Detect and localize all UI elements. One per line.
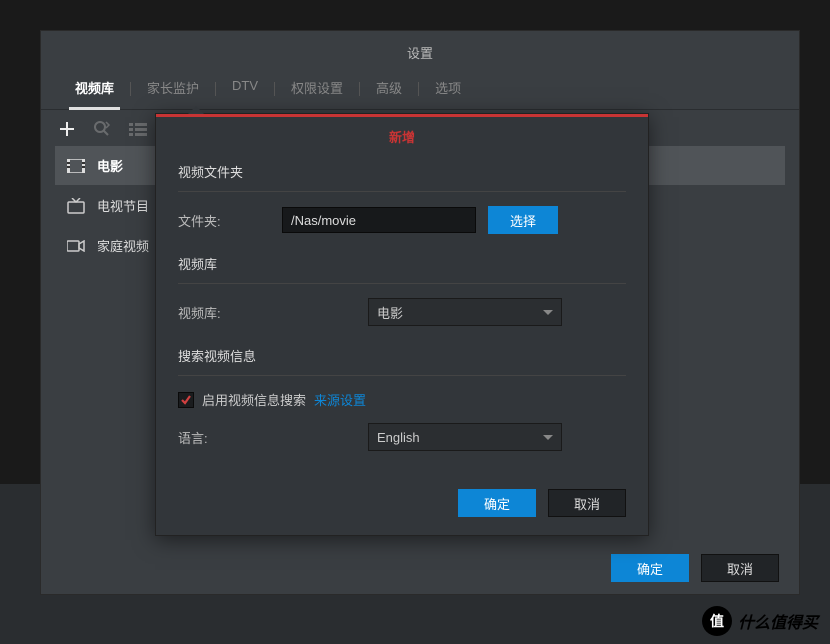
list-item-label: 家庭视频 bbox=[97, 236, 149, 255]
section-library-title: 视频库 bbox=[178, 248, 626, 284]
section-folder-title: 视频文件夹 bbox=[178, 156, 626, 192]
tv-icon bbox=[67, 198, 85, 214]
library-select-value: 电影 bbox=[377, 303, 403, 322]
folder-label: 文件夹: bbox=[178, 211, 282, 230]
source-settings-link[interactable]: 来源设置 bbox=[314, 390, 366, 409]
tab-parental[interactable]: 家长监护 bbox=[133, 68, 213, 109]
camera-icon bbox=[67, 240, 85, 252]
watermark-text: 什么值得买 bbox=[738, 609, 818, 633]
language-select[interactable]: English bbox=[368, 423, 562, 451]
language-label: 语言: bbox=[178, 428, 282, 447]
checkbox-label: 启用视频信息搜索 bbox=[202, 390, 306, 409]
library-label: 视频库: bbox=[178, 303, 282, 322]
tab-bar: 视频库 家长监护 DTV 权限设置 高级 选项 bbox=[41, 68, 799, 110]
ok-button[interactable]: 确定 bbox=[611, 554, 689, 582]
chevron-down-icon bbox=[543, 435, 553, 440]
tab-advanced[interactable]: 高级 bbox=[362, 68, 416, 109]
folder-input[interactable] bbox=[282, 207, 476, 233]
section-search-title: 搜索视频信息 bbox=[178, 340, 626, 376]
list-item-label: 电视节目 bbox=[97, 196, 149, 215]
chevron-down-icon bbox=[543, 310, 553, 315]
window-title: 设置 bbox=[41, 31, 799, 68]
tab-dtv[interactable]: DTV bbox=[218, 68, 272, 109]
choose-button[interactable]: 选择 bbox=[488, 206, 558, 234]
dialog-footer: 确定 取消 bbox=[156, 479, 648, 535]
tab-video-library[interactable]: 视频库 bbox=[61, 68, 128, 109]
main-footer: 确定 取消 bbox=[41, 542, 799, 594]
add-dialog: 新增 视频文件夹 文件夹: 选择 视频库 视频库: 电影 搜索视频信息 启用视频… bbox=[155, 113, 649, 536]
search-tool-icon[interactable] bbox=[93, 120, 111, 138]
dialog-ok-button[interactable]: 确定 bbox=[458, 489, 536, 517]
dialog-arrow bbox=[188, 106, 204, 114]
dialog-cancel-button[interactable]: 取消 bbox=[548, 489, 626, 517]
cancel-button[interactable]: 取消 bbox=[701, 554, 779, 582]
language-select-value: English bbox=[377, 430, 420, 445]
watermark-badge: 值 bbox=[702, 606, 732, 636]
enable-search-checkbox[interactable] bbox=[178, 392, 194, 408]
view-icon[interactable] bbox=[129, 122, 147, 136]
library-select[interactable]: 电影 bbox=[368, 298, 562, 326]
watermark: 值 什么值得买 bbox=[702, 606, 818, 636]
list-item-label: 电影 bbox=[97, 156, 123, 175]
tab-permissions[interactable]: 权限设置 bbox=[277, 68, 357, 109]
dialog-title: 新增 bbox=[156, 117, 648, 156]
add-icon[interactable] bbox=[59, 121, 75, 137]
film-icon bbox=[67, 159, 85, 173]
tab-options[interactable]: 选项 bbox=[421, 68, 475, 109]
